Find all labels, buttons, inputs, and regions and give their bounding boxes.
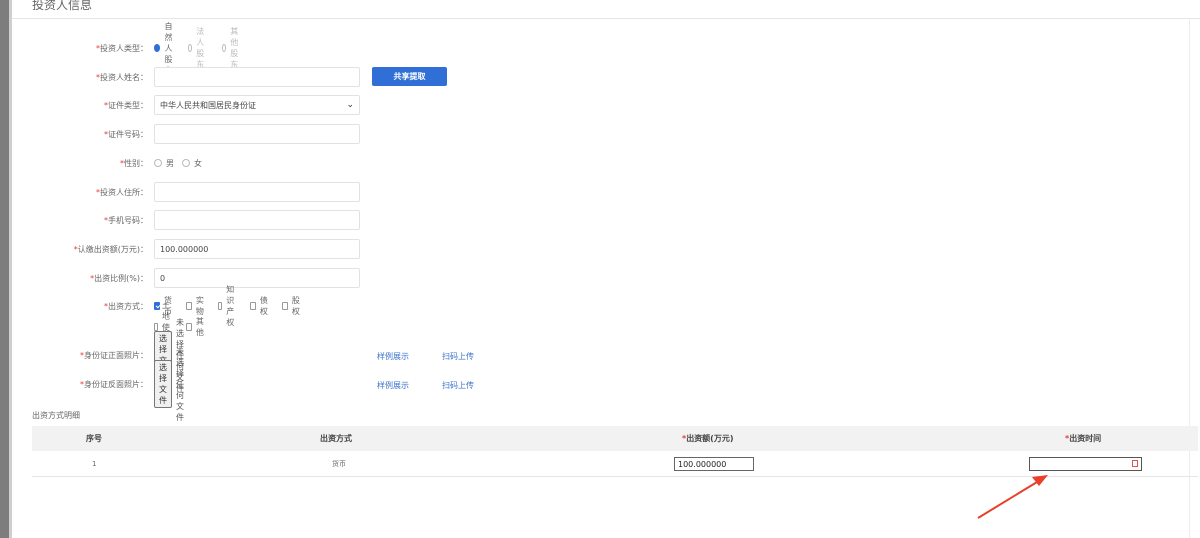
header-amount: * 出资额(万元) xyxy=(682,434,734,443)
subscribed-amount-label: *认缴出资额(万元)： xyxy=(73,244,148,254)
id-front-scan-upload-link[interactable]: 扫码上传 xyxy=(442,351,474,362)
gender-female[interactable]: 女 xyxy=(182,158,202,169)
checkbox-icon xyxy=(282,302,288,310)
id-front-example-link[interactable]: 样例展示 xyxy=(377,351,409,362)
method-other[interactable]: 其他 xyxy=(186,316,206,338)
subscribed-amount-input[interactable]: 100.000000 xyxy=(154,239,360,259)
id-back-example-link[interactable]: 样例展示 xyxy=(377,380,409,391)
row-date-input[interactable] xyxy=(1029,457,1142,471)
header-index: 序号 xyxy=(86,434,102,443)
annotation-arrow-icon xyxy=(977,475,1048,519)
id-number-label: *证件号码： xyxy=(104,129,148,139)
radio-icon xyxy=(182,159,190,167)
id-type-select[interactable]: 中华人民共和国居民身份证 ⌄ xyxy=(154,95,360,115)
method-ip[interactable]: 知识产权 xyxy=(218,284,238,328)
radio-icon xyxy=(222,44,227,52)
id-back-scan-upload-link[interactable]: 扫码上传 xyxy=(442,380,474,391)
id-type-value: 中华人民共和国居民身份证 xyxy=(160,100,256,110)
investor-type-legal[interactable]: 法人股东 xyxy=(188,26,208,70)
id-back-choose-file-button[interactable]: 选择文件 xyxy=(154,360,172,408)
row-method: 货币 xyxy=(332,459,346,468)
id-type-label: *证件类型： xyxy=(104,100,148,110)
radio-selected-icon xyxy=(154,44,161,52)
section-title: 投资人信息 xyxy=(32,0,93,12)
investor-name-label: *投资人姓名： xyxy=(96,72,148,82)
calendar-icon[interactable] xyxy=(1132,460,1138,467)
phone-input[interactable] xyxy=(154,210,360,230)
section-divider xyxy=(12,18,1200,19)
id-back-file-status: 未选择任何文件 xyxy=(176,346,184,422)
method-equity[interactable]: 股权 xyxy=(282,295,302,317)
checkbox-icon xyxy=(250,302,256,310)
radio-icon xyxy=(154,159,162,167)
checkbox-icon xyxy=(186,323,192,331)
investor-name-input[interactable] xyxy=(154,67,360,87)
header-method: 出资方式 xyxy=(320,434,352,443)
header-date: * 出资时间 xyxy=(1065,434,1102,443)
investor-type-label: *投资人类型： xyxy=(96,43,148,53)
phone-label: *手机号码： xyxy=(104,215,148,225)
detail-title: 出资方式明细 xyxy=(32,411,80,420)
share-extract-button[interactable]: 共享提取 xyxy=(372,67,447,86)
address-input[interactable] xyxy=(154,182,360,202)
chevron-down-icon: ⌄ xyxy=(346,100,354,110)
method-debt[interactable]: 债权 xyxy=(250,295,270,317)
id-front-label: *身份证正面照片： xyxy=(80,350,148,360)
radio-icon xyxy=(188,44,193,52)
investor-type-other[interactable]: 其他股东 xyxy=(222,26,242,70)
contribution-ratio-label: *出资比例(%)： xyxy=(90,273,148,283)
id-number-input[interactable] xyxy=(154,124,360,144)
gender-male[interactable]: 男 xyxy=(154,158,174,169)
gender-label: *性别： xyxy=(120,158,148,168)
row-amount-input[interactable]: 100.000000 xyxy=(674,457,754,471)
detail-table-header: 序号 出资方式 * 出资额(万元) * 出资时间 xyxy=(32,426,1198,451)
row-index: 1 xyxy=(92,459,97,468)
id-back-label: *身份证反面照片： xyxy=(80,379,148,389)
contribution-method-label: *出资方式： xyxy=(104,301,148,311)
address-label: *投资人住所： xyxy=(96,187,148,197)
